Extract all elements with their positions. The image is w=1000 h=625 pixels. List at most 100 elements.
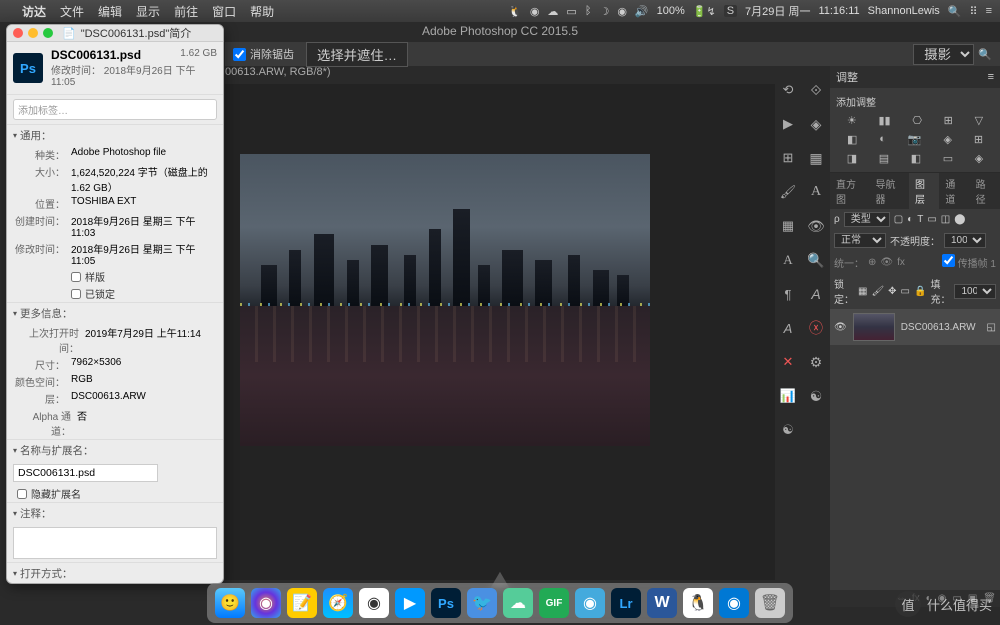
name-ext-input[interactable] — [13, 464, 158, 482]
dock-edge[interactable]: ◉ — [719, 588, 749, 618]
section-notes[interactable]: 注释： — [7, 503, 223, 524]
close-icon red[interactable]: ✕ — [778, 352, 798, 372]
section-openwith[interactable]: 打开方式： — [7, 563, 223, 584]
tab-channels[interactable]: 通道 — [939, 173, 969, 209]
battery-pct[interactable]: 100% — [657, 5, 685, 17]
visibility-icon[interactable]: 👁 — [834, 322, 847, 333]
notes-textarea[interactable] — [13, 527, 217, 559]
eye-icon[interactable]: 👁 — [806, 216, 826, 236]
ime-icon[interactable]: S — [724, 5, 737, 17]
lock-trans-icon[interactable]: ▦ — [858, 286, 867, 297]
filter-shape-icon[interactable]: ▭ — [927, 214, 936, 225]
section-name-ext[interactable]: 名称与扩展名： — [7, 440, 223, 461]
type-icon[interactable]: A — [778, 250, 798, 270]
menubar-time[interactable]: 11:16:11 — [818, 5, 859, 17]
brightness-icon[interactable]: ☀ — [847, 114, 857, 127]
dnd-icon[interactable]: ☽ — [599, 5, 609, 18]
control-center-icon[interactable]: ⠿ — [970, 5, 978, 18]
paragraph-icon[interactable]: ¶ — [778, 284, 798, 304]
brush-icon[interactable]: 🖌 — [778, 182, 798, 202]
posterize-icon[interactable]: ▤ — [879, 152, 889, 165]
layer-row[interactable]: 👁 DSC00613.ARW ◱ — [830, 309, 1000, 345]
propagate-checkbox[interactable] — [942, 254, 955, 267]
select-mask-button[interactable]: 选择并遮住… — [306, 42, 408, 67]
filter-smart-icon[interactable]: ◫ — [941, 214, 950, 225]
adjust-icon[interactable]: ⚙ — [806, 352, 826, 372]
workspace-select[interactable]: 摄影 — [913, 44, 974, 65]
curves-icon[interactable]: ⎔ — [912, 114, 922, 127]
tab-histogram[interactable]: 直方图 — [830, 173, 870, 209]
gradient-map-icon[interactable]: ▭ — [943, 152, 953, 165]
unify-vis-icon[interactable]: 👁 — [880, 257, 893, 268]
selective-icon[interactable]: ◈ — [975, 152, 983, 165]
panel-menu-icon[interactable]: ≡ — [988, 71, 994, 83]
antialias-checkbox[interactable]: 消除锯齿 — [233, 46, 294, 62]
swatches-icon[interactable]: ▦ — [806, 148, 826, 168]
menubar-date[interactable]: 7月29日 周一 — [745, 3, 810, 19]
section-more[interactable]: 更多信息： — [7, 303, 223, 324]
dock-bird[interactable]: 🐦 — [467, 588, 497, 618]
glyph-icon[interactable]: A — [778, 318, 798, 338]
channel-mixer-icon[interactable]: ◈ — [943, 133, 951, 146]
invert-icon[interactable]: ◨ — [847, 152, 857, 165]
tab-paths[interactable]: 路径 — [970, 173, 1000, 209]
menu-help[interactable]: 帮助 — [250, 3, 274, 20]
tab-layers[interactable]: 图层 — [909, 173, 939, 209]
filter-pixel-icon[interactable]: ▢ — [894, 214, 903, 225]
menu-edit[interactable]: 编辑 — [98, 3, 122, 20]
dock-safari[interactable]: 🧭 — [323, 588, 353, 618]
blend-mode-select[interactable]: 正常 — [834, 233, 886, 248]
canvas-area[interactable] — [225, 84, 775, 580]
fill-select[interactable]: 100% — [954, 284, 996, 299]
cloud-icon[interactable]: ☁ — [547, 5, 558, 18]
dock-dict[interactable]: ◉ — [575, 588, 605, 618]
menu-file[interactable]: 文件 — [60, 3, 84, 20]
layer-name[interactable]: DSC00613.ARW — [901, 322, 976, 333]
tab-navigator[interactable]: 导航器 — [870, 173, 910, 209]
filter-icon[interactable]: ρ — [834, 214, 840, 225]
hide-ext-checkbox[interactable] — [17, 489, 27, 499]
volume-icon[interactable]: 🔊 — [635, 5, 649, 18]
opacity-select[interactable]: 100% — [944, 233, 986, 248]
search-icon[interactable]: 🔍 — [978, 48, 992, 61]
penguin-icon[interactable]: 🐧 — [508, 5, 522, 18]
dock-photoshop[interactable]: Ps — [431, 588, 461, 618]
levels-icon[interactable]: ▮▮ — [878, 114, 890, 127]
document-tab[interactable]: 00613.ARW, RGB/8*) — [225, 66, 331, 78]
dock-cloud[interactable]: ☁ — [503, 588, 533, 618]
char-icon[interactable]: A — [806, 284, 826, 304]
filter-adjust-icon[interactable]: ◐ — [907, 214, 913, 225]
cancel-icon[interactable]: ⓧ — [806, 318, 826, 338]
lock-pos-icon[interactable]: ✥ — [888, 286, 896, 297]
lock-all-icon[interactable]: 🔒 — [914, 286, 926, 297]
spotlight-icon[interactable]: 🔍 — [948, 5, 962, 18]
text-icon[interactable]: A — [806, 182, 826, 202]
exposure-icon[interactable]: ⊞ — [944, 114, 953, 127]
lock-paint-icon[interactable]: 🖌 — [871, 286, 884, 297]
dock-lightroom[interactable]: Lr — [611, 588, 641, 618]
battery-icon[interactable]: 🔋↯ — [693, 5, 716, 18]
balance-icon[interactable]: ☯ — [806, 386, 826, 406]
yinyang-icon[interactable]: ☯ — [778, 420, 798, 440]
filter-type-icon[interactable]: T — [917, 214, 923, 225]
swatch-icon[interactable]: ▦ — [778, 216, 798, 236]
dock-play[interactable]: ▶ — [395, 588, 425, 618]
play-icon[interactable]: ▶ — [778, 114, 798, 134]
threshold-icon[interactable]: ◧ — [911, 152, 921, 165]
zoom-button[interactable] — [43, 28, 53, 38]
display-icon[interactable]: ▭ — [566, 5, 576, 18]
dock-finder[interactable]: 🙂 — [215, 588, 245, 618]
loupe-icon[interactable]: 🔍 — [806, 250, 826, 270]
close-button[interactable] — [13, 28, 23, 38]
filter-toggle-icon[interactable]: ⬤ — [954, 214, 965, 225]
dock-notes[interactable]: 📝 — [287, 588, 317, 618]
vibrance-icon[interactable]: ▽ — [975, 114, 983, 127]
locked-checkbox[interactable] — [71, 289, 81, 299]
layer-thumbnail[interactable] — [853, 313, 895, 341]
photo-filter-icon[interactable]: 📷 — [908, 133, 922, 146]
measure-icon[interactable]: 📊 — [778, 386, 798, 406]
bw-icon[interactable]: ◐ — [879, 133, 886, 146]
info-titlebar[interactable]: 📄 "DSC006131.psd"简介 — [7, 25, 223, 42]
section-general[interactable]: 通用： — [7, 125, 223, 146]
layers-icon[interactable]: ◈ — [806, 114, 826, 134]
